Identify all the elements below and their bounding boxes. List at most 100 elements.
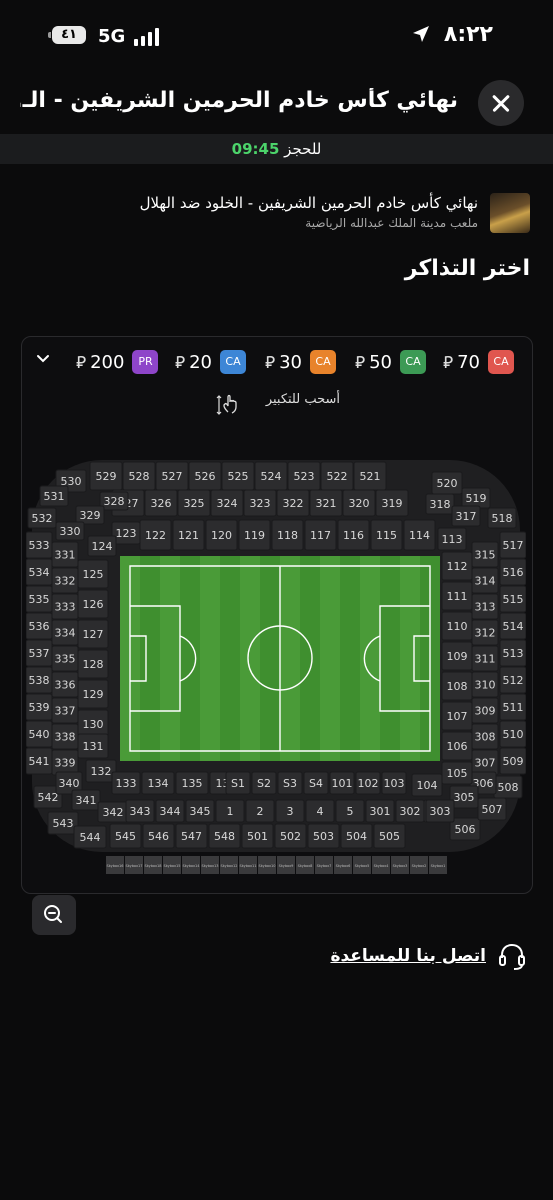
seat-block-333[interactable]: 333	[51, 593, 79, 620]
skybox[interactable]: Skybox4	[372, 856, 390, 874]
zoom-out-button[interactable]	[32, 895, 76, 935]
seat-block-5[interactable]: 5	[335, 799, 365, 823]
seat-block-515[interactable]: 515	[499, 585, 526, 613]
seat-block-312[interactable]: 312	[471, 619, 499, 646]
seat-block-513[interactable]: 513	[499, 639, 526, 667]
skybox[interactable]: Skybox9	[277, 856, 295, 874]
seat-block-105[interactable]: 105	[441, 761, 473, 785]
price-option[interactable]: ⃁ 50 CA	[355, 349, 427, 375]
seat-block-4[interactable]: 4	[305, 799, 335, 823]
seat-block-516[interactable]: 516	[499, 558, 526, 586]
seat-block-114[interactable]: 114	[403, 519, 436, 551]
seat-block-528[interactable]: 528	[122, 461, 156, 491]
skybox[interactable]: Skybox17	[125, 856, 143, 874]
seat-block-329[interactable]: 329	[75, 505, 105, 525]
seat-block-539[interactable]: 539	[26, 693, 53, 721]
seat-block-307[interactable]: 307	[471, 749, 499, 776]
skybox[interactable]: Skybox3	[391, 856, 409, 874]
seat-block-318[interactable]: 318	[425, 493, 455, 515]
seat-block-S3[interactable]: S3	[277, 771, 303, 795]
seat-block-334[interactable]: 334	[51, 619, 79, 646]
seat-block-517[interactable]: 517	[499, 531, 526, 559]
seat-block-502[interactable]: 502	[274, 823, 307, 849]
skybox[interactable]: Skybox13	[201, 856, 219, 874]
seat-block-S4[interactable]: S4	[303, 771, 329, 795]
seat-block-129[interactable]: 129	[77, 679, 109, 709]
seat-block-511[interactable]: 511	[499, 693, 526, 721]
seat-block-322[interactable]: 322	[276, 489, 310, 517]
seat-block-537[interactable]: 537	[26, 639, 53, 667]
seat-block-S1[interactable]: S1	[225, 771, 251, 795]
seat-block-127[interactable]: 127	[77, 619, 109, 649]
price-option[interactable]: ⃁ 200 PR	[76, 349, 159, 375]
seat-block-310[interactable]: 310	[471, 671, 499, 698]
seat-block-315[interactable]: 315	[471, 541, 499, 568]
seat-block-510[interactable]: 510	[499, 720, 526, 748]
seat-block-520[interactable]: 520	[431, 471, 463, 495]
seat-block-101[interactable]: 101	[329, 771, 355, 795]
skybox[interactable]: Skybox18	[144, 856, 162, 874]
seat-block-518[interactable]: 518	[487, 507, 517, 529]
seat-block-505[interactable]: 505	[373, 823, 406, 849]
seat-block-134[interactable]: 134	[141, 771, 175, 795]
seat-block-124[interactable]: 124	[87, 535, 117, 557]
seat-block-547[interactable]: 547	[175, 823, 208, 849]
seat-block-115[interactable]: 115	[370, 519, 403, 551]
seat-block-308[interactable]: 308	[471, 723, 499, 750]
seat-block-108[interactable]: 108	[441, 671, 473, 701]
seat-block-303[interactable]: 303	[425, 799, 455, 823]
seat-block-311[interactable]: 311	[471, 645, 499, 672]
seat-block-323[interactable]: 323	[243, 489, 277, 517]
seat-block-541[interactable]: 541	[26, 747, 53, 775]
seat-block-321[interactable]: 321	[309, 489, 343, 517]
seat-block-535[interactable]: 535	[26, 585, 53, 613]
seat-block-103[interactable]: 103	[381, 771, 407, 795]
seat-block-135[interactable]: 135	[175, 771, 209, 795]
price-option[interactable]: ⃁ 30 CA	[265, 349, 337, 375]
skybox[interactable]: Skybox14	[182, 856, 200, 874]
seat-block-125[interactable]: 125	[77, 559, 109, 589]
skybox[interactable]: Skybox10	[258, 856, 276, 874]
seat-block-531[interactable]: 531	[39, 485, 69, 507]
seat-block-345[interactable]: 345	[185, 799, 215, 823]
seat-block-331[interactable]: 331	[51, 541, 79, 568]
seat-block-104[interactable]: 104	[411, 773, 443, 797]
seat-block-3[interactable]: 3	[275, 799, 305, 823]
seat-block-519[interactable]: 519	[461, 487, 491, 509]
seat-block-341[interactable]: 341	[71, 789, 101, 811]
skybox[interactable]: Skybox15	[163, 856, 181, 874]
seat-block-118[interactable]: 118	[271, 519, 304, 551]
close-button[interactable]	[478, 80, 524, 126]
seat-block-545[interactable]: 545	[109, 823, 142, 849]
skybox[interactable]: Skybox1	[429, 856, 447, 874]
seat-block-326[interactable]: 326	[144, 489, 178, 517]
skybox[interactable]: Skybox11	[239, 856, 257, 874]
seat-block-536[interactable]: 536	[26, 612, 53, 640]
seat-block-335[interactable]: 335	[51, 645, 79, 672]
seat-block-540[interactable]: 540	[26, 720, 53, 748]
seat-block-133[interactable]: 133	[111, 771, 141, 795]
headset-icon[interactable]	[498, 942, 526, 972]
seat-block-546[interactable]: 546	[142, 823, 175, 849]
seat-block-319[interactable]: 319	[375, 489, 409, 517]
seat-block-526[interactable]: 526	[188, 461, 222, 491]
seat-block-534[interactable]: 534	[26, 558, 53, 586]
seat-block-107[interactable]: 107	[441, 701, 473, 731]
skybox[interactable]: Skybox2	[410, 856, 428, 874]
seat-block-538[interactable]: 538	[26, 666, 53, 694]
seat-block-110[interactable]: 110	[441, 611, 473, 641]
seat-block-503[interactable]: 503	[307, 823, 340, 849]
chevron-down-icon[interactable]	[36, 352, 50, 366]
skybox[interactable]: Skybox5	[353, 856, 371, 874]
seat-block-339[interactable]: 339	[51, 749, 79, 776]
seat-block-113[interactable]: 113	[437, 527, 467, 551]
seat-block-324[interactable]: 324	[210, 489, 244, 517]
seat-block-325[interactable]: 325	[177, 489, 211, 517]
seat-block-506[interactable]: 506	[449, 817, 481, 841]
seat-block-548[interactable]: 548	[208, 823, 241, 849]
seat-block-1[interactable]: 1	[215, 799, 245, 823]
seat-block-525[interactable]: 525	[221, 461, 255, 491]
seat-block-119[interactable]: 119	[238, 519, 271, 551]
seat-block-338[interactable]: 338	[51, 723, 79, 750]
seat-block-529[interactable]: 529	[89, 461, 123, 491]
